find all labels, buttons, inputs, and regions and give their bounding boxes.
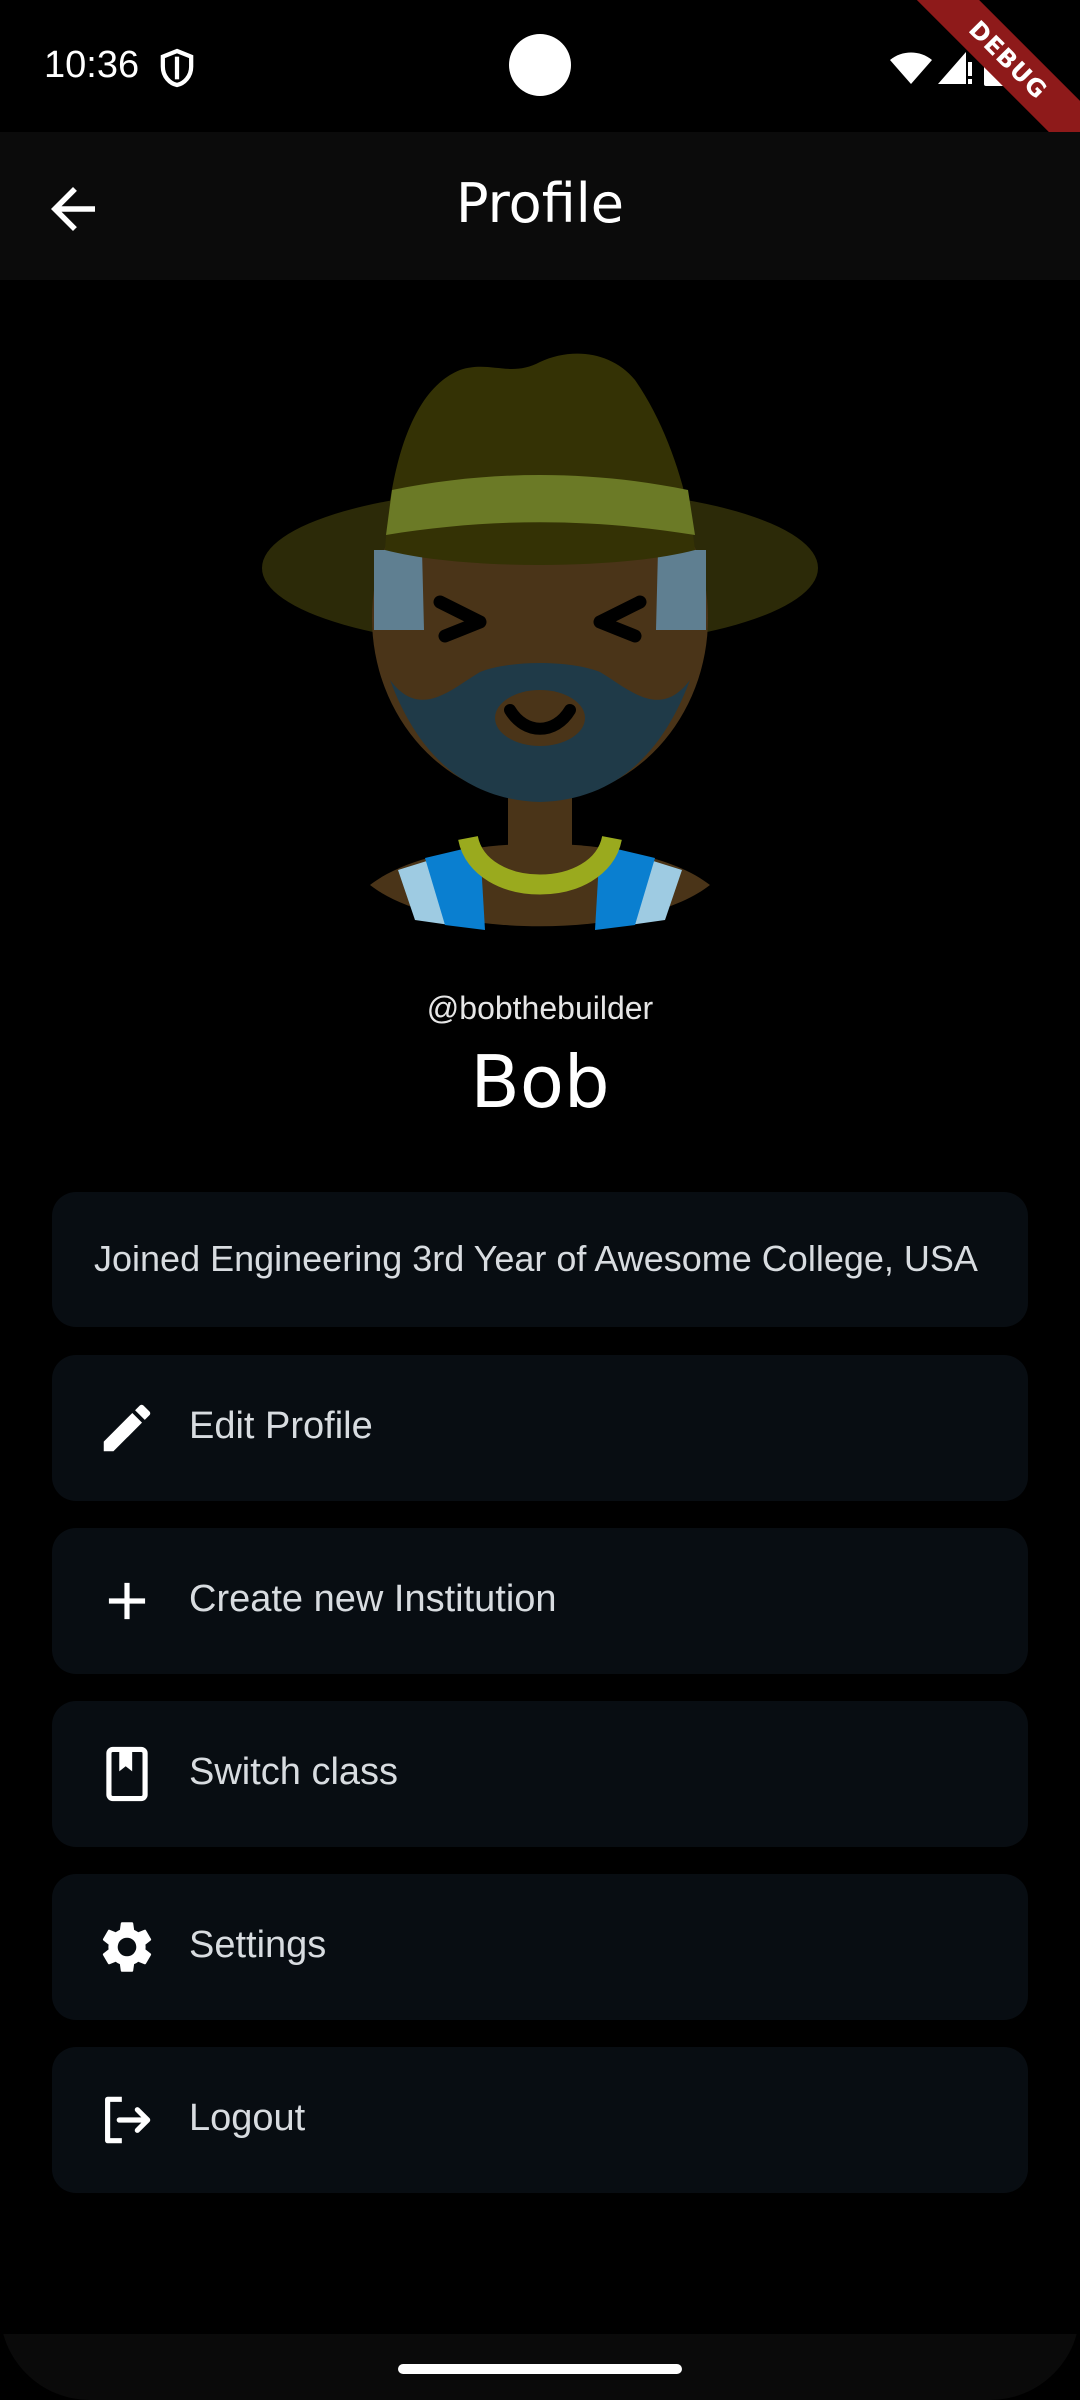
plus-icon bbox=[108, 1582, 146, 1620]
menu-label: Logout bbox=[189, 2097, 306, 2139]
menu-label: Edit Profile bbox=[189, 1405, 373, 1447]
app-bar: Profile bbox=[0, 132, 1080, 280]
username: @bobthebuilder bbox=[426, 990, 654, 1026]
avatar bbox=[262, 353, 818, 930]
edit-profile-button[interactable]: Edit Profile bbox=[52, 1355, 1028, 1501]
menu-label: Settings bbox=[189, 1924, 327, 1966]
info-card: Joined Engineering 3rd Year of Awesome C… bbox=[52, 1192, 1028, 1327]
status-bar: 10:36 DEBUG bbox=[0, 0, 1080, 168]
gear-icon bbox=[102, 1922, 152, 1972]
page-title: Profile bbox=[456, 172, 624, 235]
logout-icon bbox=[105, 2096, 151, 2144]
signal-icon bbox=[938, 52, 972, 84]
logout-button[interactable]: Logout bbox=[52, 2047, 1028, 2193]
book-icon bbox=[106, 1746, 148, 1802]
status-time: 10:36 bbox=[44, 44, 140, 86]
info-text: Joined Engineering 3rd Year of Awesome C… bbox=[94, 1238, 978, 1279]
settings-button[interactable]: Settings bbox=[52, 1874, 1028, 2020]
menu-label: Create new Institution bbox=[189, 1578, 557, 1620]
create-institution-button[interactable]: Create new Institution bbox=[52, 1528, 1028, 1674]
shield-icon bbox=[160, 48, 194, 88]
pencil-icon bbox=[103, 1404, 151, 1452]
phone-screen: 10:36 DEBUG Profile @bobthebuilder Bob J… bbox=[0, 0, 1080, 2400]
display-name: Bob bbox=[470, 1040, 610, 1124]
camera-cutout bbox=[509, 34, 571, 96]
home-indicator[interactable] bbox=[398, 2364, 682, 2374]
menu-label: Switch class bbox=[189, 1751, 399, 1793]
wifi-icon bbox=[890, 52, 932, 84]
switch-class-button[interactable]: Switch class bbox=[52, 1701, 1028, 1847]
